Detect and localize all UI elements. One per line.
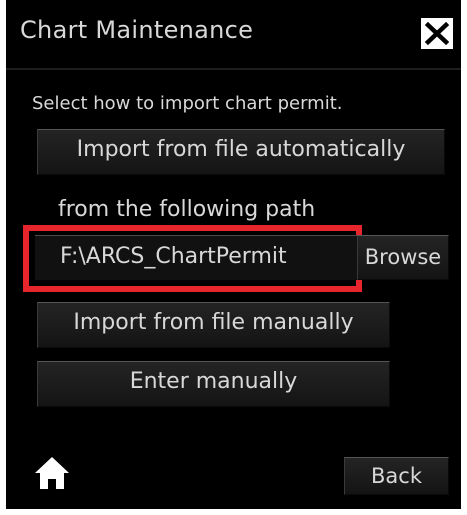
path-field[interactable]: F:\ARCS_ChartPermit (35, 235, 357, 280)
back-button[interactable]: Back (344, 457, 449, 495)
import-auto-button[interactable]: Import from file automatically (37, 129, 445, 175)
close-icon (425, 22, 449, 45)
import-manual-button[interactable]: Import from file manually (37, 302, 390, 348)
title-bar: Chart Maintenance (6, 0, 461, 68)
instruction-text: Select how to import chart permit. (32, 93, 343, 114)
enter-manually-button[interactable]: Enter manually (37, 361, 390, 407)
dialog-title: Chart Maintenance (20, 16, 254, 44)
path-label: from the following path (58, 197, 316, 222)
home-icon (35, 457, 69, 489)
title-divider (6, 68, 461, 70)
browse-button[interactable]: Browse (357, 235, 449, 280)
close-button[interactable] (421, 18, 453, 49)
home-button[interactable] (33, 455, 71, 491)
chart-maintenance-dialog: Chart Maintenance Select how to import c… (0, 0, 467, 515)
